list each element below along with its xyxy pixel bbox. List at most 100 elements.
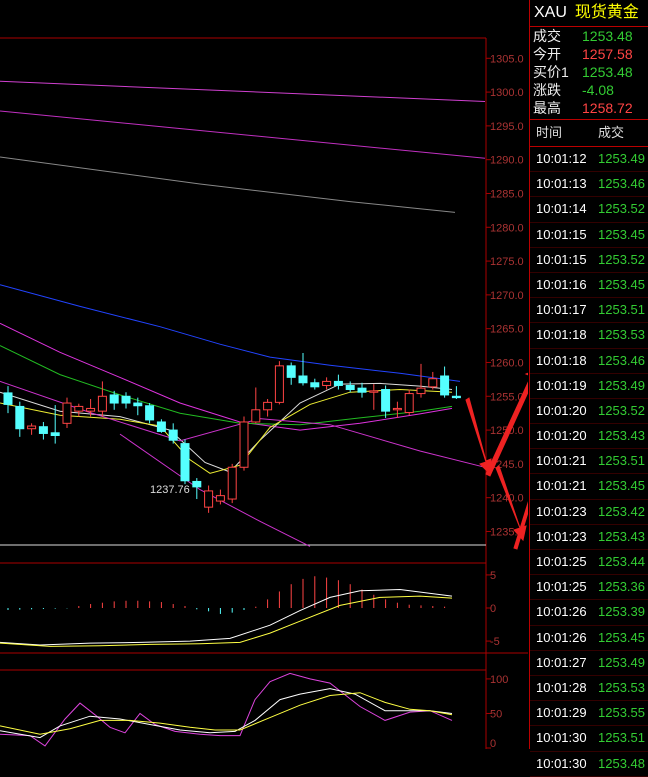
tick-list[interactable]: 10:01:12 1253.49 10:01:13 1253.46 10:01:14 12… <box>530 147 648 777</box>
candle-body <box>50 432 60 436</box>
tick-row: 10:01:13 1253.46 <box>530 172 648 198</box>
candle-body <box>322 380 332 386</box>
quote-value: 1253.48 <box>582 64 633 80</box>
macd-tick-label: 5 <box>490 570 496 582</box>
tick-row: 10:01:23 1253.43 <box>530 525 648 550</box>
tick-row: 10:01:15 1253.45 <box>530 223 648 248</box>
quote-panel: 成交 1253.48 今开 1257.58 买价1 1253.48 涨跌 -4.08 最高 125… <box>530 27 648 120</box>
tick-time: 10:01:20 <box>536 402 587 418</box>
tick-price: 1253.45 <box>598 276 645 292</box>
tick-price: 1253.51 <box>598 302 645 318</box>
tick-row: 10:01:27 1253.49 <box>530 651 648 676</box>
kdj-tick-label: 0 <box>490 738 496 749</box>
tick-time: 10:01:20 <box>536 428 587 444</box>
tick-row: 10:01:21 1253.51 <box>530 449 648 475</box>
tick-price: 1253.43 <box>598 528 645 544</box>
tick-time: 10:01:13 <box>536 176 587 192</box>
candle-body <box>192 480 202 488</box>
candle-body <box>440 375 450 396</box>
candle-body <box>204 490 214 508</box>
candle-body <box>227 466 237 500</box>
candle-body <box>27 425 37 430</box>
candle-body <box>310 382 320 388</box>
tick-time: 10:01:28 <box>536 679 587 695</box>
tick-time: 10:01:27 <box>536 654 587 670</box>
kdj-tick-label: 100 <box>490 674 508 686</box>
tick-row: 10:01:26 1253.45 <box>530 626 648 651</box>
tick-row: 10:01:29 1253.55 <box>530 701 648 727</box>
tick-price: 1253.49 <box>598 151 645 166</box>
price-tick-label: 1265.0 <box>490 324 524 336</box>
tick-time: 10:01:18 <box>536 352 587 368</box>
tick-row: 10:01:26 1253.39 <box>530 600 648 626</box>
price-tick-label: 1275.0 <box>490 256 524 268</box>
tick-row: 10:01:16 1253.45 <box>530 273 648 299</box>
tick-price: 1253.43 <box>598 428 645 444</box>
tick-price: 1253.49 <box>598 377 645 393</box>
kline-chart[interactable]: 1305.0 1300.0 1295.0 1290.0 1285.0 1280.0 1275… <box>0 0 528 749</box>
candle-body <box>97 395 107 412</box>
tick-price: 1253.46 <box>598 352 645 368</box>
quote-label: 成交 <box>533 28 561 44</box>
tick-time: 10:01:19 <box>536 377 587 393</box>
tick-price: 1253.44 <box>598 554 645 569</box>
tick-price: 1253.51 <box>598 453 645 469</box>
tick-time: 10:01:12 <box>536 151 587 166</box>
low-price-label: 1237.76 <box>150 484 190 496</box>
candle-body <box>416 387 426 395</box>
tick-price: 1253.36 <box>598 579 645 595</box>
tick-price: 1253.52 <box>598 251 645 267</box>
quote-value: -4.08 <box>582 82 614 98</box>
quote-row: 最高 1258.72 <box>530 99 648 117</box>
candle-body <box>168 429 178 441</box>
quote-label: 买价1 <box>533 64 569 80</box>
tick-row: 10:01:17 1253.51 <box>530 298 648 324</box>
tick-row: 10:01:30 1253.48 <box>530 752 648 777</box>
candle-body <box>15 405 25 430</box>
tick-row: 10:01:18 1253.53 <box>530 323 648 349</box>
tick-row: 10:01:20 1253.43 <box>530 424 648 450</box>
candle-body <box>74 405 84 412</box>
symbol-name: 现货黄金 <box>574 4 639 21</box>
price-tick-label: 1255.0 <box>490 391 524 403</box>
tick-row: 10:01:25 1253.36 <box>530 575 648 601</box>
candle-body <box>109 394 119 404</box>
macd-tick-label: 0 <box>490 603 496 615</box>
quote-label: 今开 <box>533 46 561 62</box>
tick-price: 1253.52 <box>598 402 645 418</box>
quote-row: 买价1 1253.48 <box>530 63 648 81</box>
candle-body <box>345 384 355 391</box>
price-tick-label: 1295.0 <box>490 121 524 133</box>
time-header: 时间 <box>536 125 563 140</box>
candle-body <box>286 365 296 378</box>
quote-value: 1257.58 <box>582 46 633 62</box>
candle-body <box>86 407 96 412</box>
quote-label: 涨跌 <box>533 82 561 98</box>
macd-tick-label: -5 <box>490 636 500 648</box>
price-tick-label: 1300.0 <box>490 87 524 99</box>
tick-time: 10:01:25 <box>536 579 587 595</box>
candle-body <box>392 407 402 411</box>
candle-body <box>369 390 379 393</box>
tick-time: 10:01:15 <box>536 226 587 242</box>
quote-row: 成交 1253.48 <box>530 27 648 45</box>
tick-price: 1253.51 <box>598 730 645 746</box>
price-header: 成交 <box>598 125 625 140</box>
tick-time: 10:01:23 <box>536 503 587 519</box>
quote-row: 涨跌 -4.08 <box>530 81 648 99</box>
quote-sidebar: XAU 现货黄金 成交 1253.48 今开 1257.58 买价1 1253.48 涨跌 -4… <box>529 0 648 777</box>
tick-time: 10:01:17 <box>536 302 587 318</box>
tick-price: 1253.45 <box>598 629 645 645</box>
tick-time: 10:01:26 <box>536 604 587 620</box>
tick-time: 10:01:15 <box>536 251 587 267</box>
tick-time: 10:01:29 <box>536 705 587 721</box>
candle-body <box>121 395 131 404</box>
tick-price: 1253.45 <box>598 478 645 494</box>
tick-time: 10:01:30 <box>536 730 587 746</box>
quote-label: 最高 <box>533 100 561 116</box>
tick-row: 10:01:30 1253.51 <box>530 726 648 752</box>
candle-body <box>428 378 438 388</box>
tick-price: 1253.42 <box>598 503 645 519</box>
candle-body <box>251 409 261 423</box>
candle-body <box>239 421 249 468</box>
